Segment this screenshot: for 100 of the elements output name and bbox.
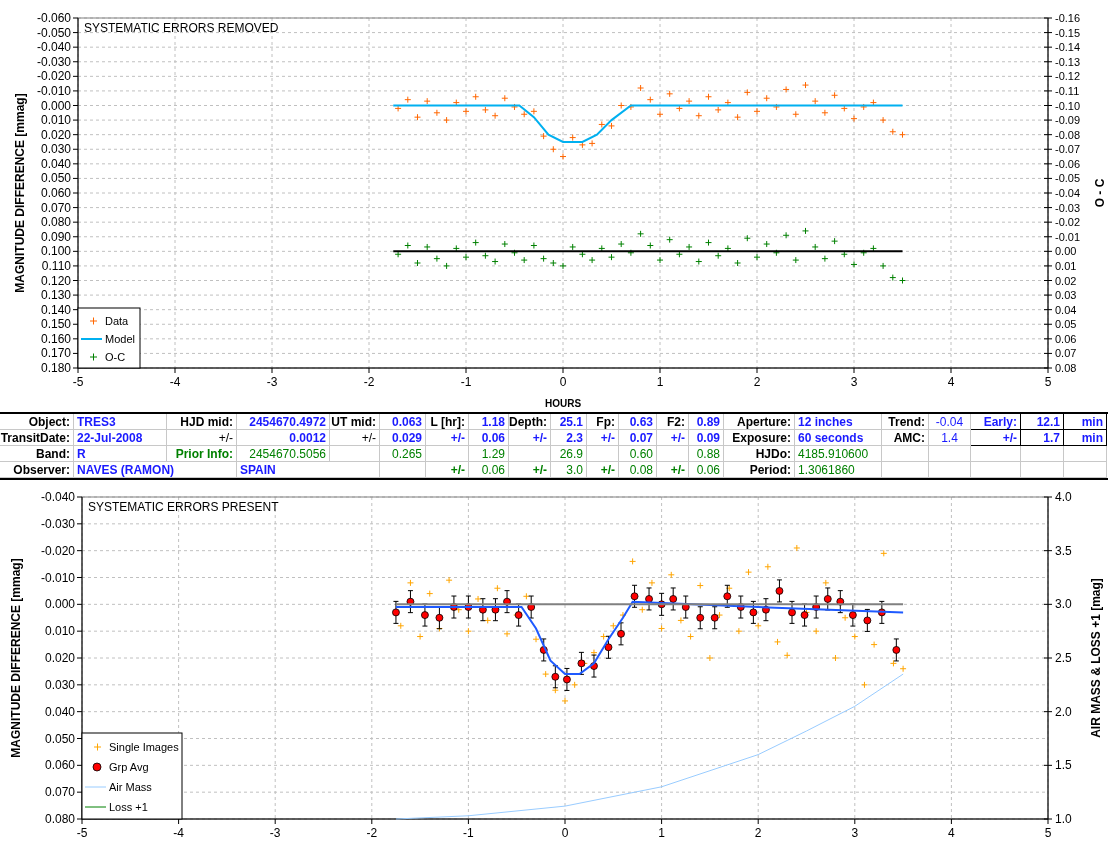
tick-label: -0.11 — [1055, 84, 1080, 97]
table-cell: +/- — [509, 462, 551, 478]
table-cell: Period: — [724, 462, 795, 478]
tick-label: 0.110 — [41, 258, 71, 273]
table-cell: 0.06 — [689, 462, 724, 478]
table-cell: 0.06 — [469, 462, 509, 478]
table-cell: +/- — [167, 430, 237, 446]
table-cell: 12.1 — [1021, 414, 1064, 430]
legend-label: O-C — [105, 351, 126, 363]
tick-label: 0.090 — [40, 229, 71, 244]
table-cell: 0.08 — [619, 462, 657, 478]
tick-label: 0.180 — [40, 361, 71, 375]
table-cell: min — [1064, 414, 1107, 430]
tick-label: 4 — [947, 375, 955, 389]
tick-label: -1 — [463, 826, 474, 840]
table-cell: SPAIN — [237, 462, 380, 478]
tick-label: -0.13 — [1055, 55, 1081, 68]
table-cell: Exposure: — [724, 430, 795, 446]
tick-label: -3 — [269, 826, 281, 840]
tick-label: 0.170 — [40, 346, 71, 361]
table-cell: +/- — [657, 430, 689, 446]
tick-label: 1 — [658, 826, 665, 840]
table-cell: NAVES (RAMON) — [74, 462, 237, 478]
tick-label: 0.000 — [44, 597, 75, 612]
tick-label: 2.0 — [1055, 704, 1072, 719]
table-cell: TransitDate: — [0, 430, 74, 446]
table-cell: TRES3 — [74, 414, 167, 430]
table-cell: 0.63 — [619, 414, 657, 430]
table-cell: Object: — [0, 414, 74, 430]
legend-label: Grp Avg — [109, 761, 149, 773]
tick-label: 4.0 — [1055, 492, 1072, 504]
tick-label: -0.020 — [36, 69, 71, 84]
table-cell: 0.06 — [469, 430, 509, 446]
tick-label: 2 — [753, 375, 761, 389]
tick-label: 0.030 — [40, 142, 71, 157]
tick-label: 5 — [1044, 826, 1052, 840]
tick-label: -1 — [460, 375, 472, 389]
tick-label: 0.080 — [44, 812, 75, 826]
table-cell: Prior Info: — [167, 446, 237, 462]
tick-label: 0.03 — [1055, 289, 1077, 302]
legend-label: Model — [105, 333, 135, 345]
table-cell: 1.3061860 — [795, 462, 882, 478]
tick-label: -0.040 — [40, 492, 75, 504]
table-cell: 12 inches — [795, 414, 882, 430]
axis-title: HOURS — [544, 398, 582, 409]
tick-label: -0.040 — [36, 40, 71, 55]
table-cell: Depth: — [509, 414, 551, 430]
tick-label: 0.05 — [1055, 318, 1077, 331]
tick-label: 1 — [656, 375, 664, 389]
tick-label: -0.030 — [40, 516, 75, 531]
tick-label: 3 — [851, 826, 859, 840]
chart-title: SYSTEMATIC ERRORS PRESENT — [88, 500, 279, 514]
axis-title: MAGNITUDE DIFFERENCE [mmag] — [13, 93, 27, 293]
tick-label: 0.040 — [40, 156, 71, 171]
tick-label: -0.030 — [36, 54, 71, 69]
tick-label: -0.06 — [1055, 157, 1081, 170]
tick-label: 0.020 — [44, 651, 75, 665]
table-cell: HJDo: — [724, 446, 795, 462]
tick-label: -0.02 — [1055, 216, 1081, 229]
legend-label: Data — [105, 315, 129, 327]
tick-label: 0.050 — [44, 731, 75, 746]
table-cell: +/- — [330, 430, 380, 446]
tick-label: 0.120 — [40, 273, 71, 288]
tick-label: -0.04 — [1055, 187, 1081, 199]
axis-title: AIR MASS & LOSS +1 [mag] — [1089, 578, 1103, 738]
table-cell: 4185.910600 — [795, 446, 882, 462]
table-cell: +/- — [657, 462, 689, 478]
table-cell: +/- — [587, 430, 619, 446]
table-cell: 22-Jul-2008 — [74, 430, 167, 446]
tick-label: 3.0 — [1055, 597, 1072, 612]
tick-label: -4 — [173, 826, 184, 840]
tick-label: 0.070 — [44, 785, 75, 800]
tick-label: 0 — [561, 826, 569, 840]
table-cell: 1.29 — [469, 446, 509, 462]
tick-label: 0.060 — [40, 186, 71, 200]
table-cell: 1.18 — [469, 414, 509, 430]
tick-label: 2 — [754, 826, 762, 840]
legend-label: Loss +1 — [109, 801, 148, 813]
tick-label: 0.140 — [40, 302, 71, 317]
table-cell: 2.3 — [551, 430, 587, 446]
table-cell: AMC: — [882, 430, 929, 446]
tick-label: 0.010 — [40, 113, 71, 128]
table-cell: 3.0 — [551, 462, 587, 478]
table-cell: 60 seconds — [795, 430, 882, 446]
tick-label: 0.130 — [40, 288, 71, 303]
tick-label: -2 — [363, 375, 375, 389]
tick-label: 1.0 — [1055, 812, 1072, 826]
tick-label: -5 — [72, 375, 84, 389]
tick-label: -0.12 — [1055, 70, 1081, 83]
tick-label: 0.100 — [40, 244, 71, 259]
table-cell: 0.265 — [380, 446, 426, 462]
tick-label: 0.160 — [40, 331, 71, 346]
tick-label: 0.08 — [1055, 362, 1077, 374]
tick-label: -0.010 — [40, 570, 75, 585]
tick-label: 0.080 — [40, 215, 71, 230]
table-cell: 0.063 — [380, 414, 426, 430]
table-cell: HJD mid: — [167, 414, 237, 430]
tick-label: -0.05 — [1055, 172, 1081, 185]
table-cell: Early: — [971, 414, 1021, 430]
tick-label: 3 — [850, 375, 858, 389]
